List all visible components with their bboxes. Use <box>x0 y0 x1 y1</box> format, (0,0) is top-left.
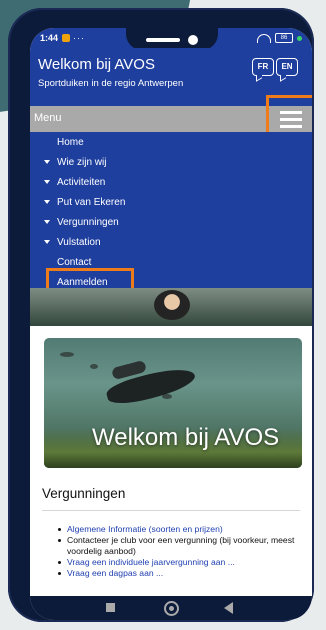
android-nav-bar <box>30 596 312 620</box>
nav-item-label: Vulstation <box>57 237 101 248</box>
wifi-icon <box>257 33 271 43</box>
nav-item-label: Contact <box>57 257 92 268</box>
fish-shape <box>60 352 74 357</box>
site-title[interactable]: Welkom bij AVOS <box>38 56 155 73</box>
nav-menu: Home Wie zijn wij Activiteiten Put van E… <box>30 132 312 294</box>
phone-screen: 1:44 ··· 86 Welkom bij AVOS Sportduiken … <box>30 28 312 620</box>
status-indicators: 86 <box>257 33 302 43</box>
vergunningen-list: Algemene Informatie (soorten en prijzen)… <box>58 524 302 579</box>
hero-image: Welkom bij AVOS <box>44 338 302 468</box>
banner-image <box>30 288 312 326</box>
menu-bar: Menu <box>30 95 312 145</box>
nav-item-wie-zijn-wij[interactable]: Wie zijn wij <box>30 154 312 174</box>
volume-down-button <box>11 148 17 194</box>
speaker-grille <box>146 38 180 42</box>
nav-item-label: Put van Ekeren <box>57 197 126 208</box>
nav-item-put-van-ekeren[interactable]: Put van Ekeren <box>30 194 312 214</box>
section-title: Vergunningen <box>42 486 126 501</box>
fish-shape <box>90 364 98 369</box>
volume-up-button <box>11 106 17 132</box>
list-item-link[interactable]: Vraag een individuele jaarvergunning aan… <box>58 557 302 568</box>
language-fr-button[interactable]: FR <box>252 58 274 76</box>
nav-item-activiteiten[interactable]: Activiteiten <box>30 174 312 194</box>
status-time: 1:44 <box>40 33 59 43</box>
chevron-down-icon <box>44 180 50 184</box>
home-icon[interactable] <box>164 601 179 616</box>
battery-status-dot <box>297 35 302 41</box>
section-divider <box>42 510 300 511</box>
recents-icon[interactable] <box>106 603 115 612</box>
camera-icon <box>188 35 198 45</box>
chevron-down-icon <box>44 200 50 204</box>
battery-icon: 86 <box>275 33 293 43</box>
nav-item-label: Wie zijn wij <box>57 157 107 168</box>
more-notifications-icon: ··· <box>73 33 86 43</box>
list-item-link[interactable]: Vraag een dagpas aan ... <box>58 568 302 579</box>
chevron-down-icon <box>44 220 50 224</box>
nav-item-vulstation[interactable]: Vulstation <box>30 234 312 254</box>
camera-notch <box>126 28 218 50</box>
language-en-button[interactable]: EN <box>276 58 298 76</box>
nav-item-home[interactable]: Home <box>30 134 312 154</box>
back-icon[interactable] <box>224 602 233 614</box>
nav-item-vergunningen[interactable]: Vergunningen <box>30 214 312 234</box>
list-item-link[interactable]: Algemene Informatie (soorten en prijzen) <box>58 524 302 535</box>
diver-image <box>154 290 190 320</box>
nav-item-label: Activiteiten <box>57 177 106 188</box>
chevron-down-icon <box>44 160 50 164</box>
menu-label: Menu <box>34 112 62 124</box>
site-subtitle: Sportduiken in de regio Antwerpen <box>38 78 184 89</box>
chevron-down-icon <box>44 240 50 244</box>
hero-title: Welkom bij AVOS <box>92 424 280 451</box>
nav-item-label: Home <box>57 137 84 148</box>
list-item: Contacteer je club voor een vergunning (… <box>58 535 302 557</box>
nav-item-label: Vergunningen <box>57 217 119 228</box>
app-notification-icon <box>62 34 71 42</box>
phone-frame: 1:44 ··· 86 Welkom bij AVOS Sportduiken … <box>8 8 314 622</box>
